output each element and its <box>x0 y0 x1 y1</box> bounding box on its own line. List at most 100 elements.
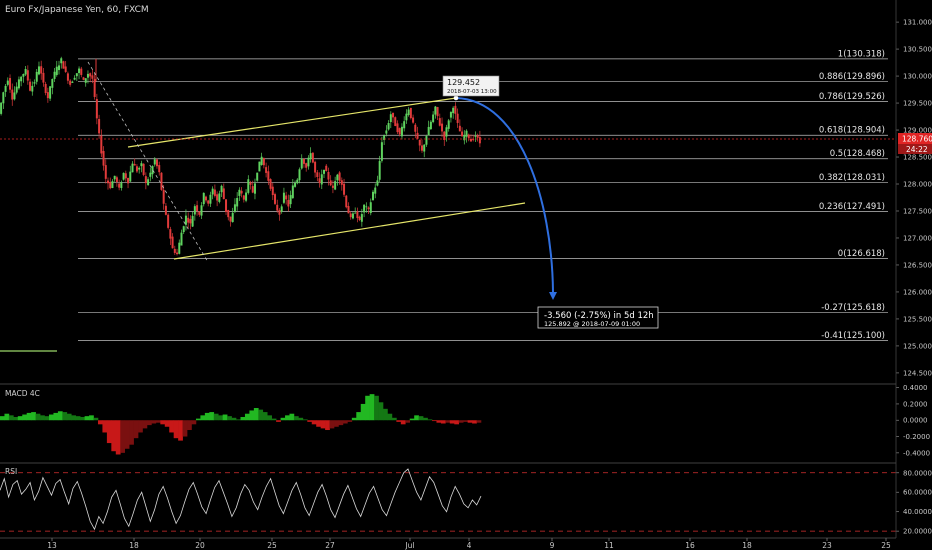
candle-body <box>469 138 472 142</box>
candle-body <box>240 190 243 194</box>
candle-body <box>55 66 58 75</box>
macd-bar <box>414 415 419 421</box>
candle-body <box>176 252 179 255</box>
candle-body <box>323 169 326 174</box>
candle-body <box>380 142 383 161</box>
candle-body <box>253 183 256 194</box>
macd-bar <box>338 420 344 426</box>
macd-bar <box>8 415 14 421</box>
macd-bar <box>298 417 304 421</box>
candle-body <box>420 145 423 151</box>
macd-bar <box>445 420 451 423</box>
candle-body <box>153 159 156 165</box>
macd-bar <box>267 415 272 421</box>
candle-body <box>73 77 76 80</box>
macd-bar <box>151 420 157 424</box>
candle-body <box>35 71 38 82</box>
macd-bar <box>396 420 402 422</box>
candle-body <box>311 152 314 163</box>
time-tick-label: 13 <box>47 541 57 550</box>
candle-body <box>294 182 297 187</box>
candle-body <box>262 158 265 166</box>
candle-body <box>476 135 479 138</box>
candle-body <box>452 107 455 114</box>
price-tick-label: 125.500 <box>903 315 932 323</box>
candle-body <box>418 139 421 146</box>
candle-body <box>102 150 105 166</box>
time-tick-label: 23 <box>822 541 832 550</box>
candle-body <box>189 218 192 224</box>
candle-body <box>71 81 74 83</box>
candle-body <box>95 99 98 119</box>
macd-bar <box>347 420 353 422</box>
candle-body <box>227 210 230 218</box>
macd-bar <box>84 416 90 421</box>
candle-body <box>334 181 337 190</box>
macd-bar <box>102 420 108 433</box>
candle-body <box>260 156 263 165</box>
candle-body <box>109 181 112 189</box>
candle-body <box>220 185 223 193</box>
candle-body <box>196 205 199 212</box>
candle-body <box>392 112 395 118</box>
price-projection[interactable] <box>453 95 557 300</box>
candle-body <box>122 172 125 180</box>
time-tick-label: 18 <box>742 541 752 550</box>
macd-bar <box>31 412 36 421</box>
rsi-axis[interactable]: 80.0000 60.0000 40.0000 20.0000 <box>896 469 932 536</box>
candle-body <box>245 192 248 201</box>
time-axis[interactable]: 13 18 20 25 27 Jul 4 9 11 16 18 23 25 <box>47 538 891 550</box>
candle-body <box>285 195 288 200</box>
candle-body <box>84 78 87 83</box>
candle-body <box>291 185 294 199</box>
macd-bar <box>26 412 32 421</box>
candle-body <box>467 134 470 138</box>
macd-bar <box>463 420 468 422</box>
macd-bar <box>115 420 121 455</box>
candle-body <box>316 172 319 178</box>
candle-body <box>474 136 477 137</box>
peak-price-label[interactable]: 129.452 2018-07-03 13:00 <box>442 75 500 97</box>
candle-body <box>461 131 464 137</box>
price-tick-label: 126.000 <box>903 288 932 296</box>
candle-body <box>396 123 399 133</box>
candle-body <box>138 167 141 170</box>
macd-bar <box>191 420 197 425</box>
macd-bar <box>89 415 94 421</box>
macd-bar <box>476 420 482 423</box>
fib-level-label: 0.236(127.491) <box>819 202 885 212</box>
current-price-value: 128.760 <box>902 135 932 144</box>
candle-body <box>343 183 346 195</box>
candle-body <box>140 163 143 167</box>
macd-tick-label: 0.0000 <box>903 417 928 425</box>
candle-body <box>271 186 274 196</box>
peak-label-time: 2018-07-03 13:00 <box>447 89 497 95</box>
price-axis[interactable]: 131.000130.500130.000129.500129.000128.5… <box>896 19 932 378</box>
projection-arc[interactable] <box>455 97 554 293</box>
channel-upper-line[interactable] <box>127 97 457 148</box>
candle-body <box>416 132 419 139</box>
fib-level-label: 0.786(129.526) <box>819 92 885 102</box>
macd-bar <box>293 416 299 421</box>
candle-body <box>129 171 132 182</box>
candle-body <box>385 130 388 134</box>
projection-label[interactable]: -3.560 (-2.75%) in 5d 12h 125.892 @ 2018… <box>537 306 659 329</box>
macd-bar <box>0 416 5 421</box>
candle-body <box>249 182 252 185</box>
candle-body <box>340 180 343 185</box>
rsi-indicator <box>0 468 896 532</box>
candle-body <box>20 76 23 82</box>
candle-body <box>378 161 381 180</box>
macd-tick-label: 0.2000 <box>903 400 928 408</box>
candle-body <box>26 70 29 81</box>
candle-body <box>62 61 65 69</box>
peak-marker <box>453 95 459 101</box>
candle-body <box>238 189 241 196</box>
macd-bar <box>285 415 290 421</box>
candle-body <box>454 105 457 114</box>
candle-body <box>0 102 3 114</box>
candle-body <box>247 179 250 193</box>
macd-axis[interactable]: 0.4000 0.2000 0.0000 -0.2000 -0.4000 <box>896 384 930 457</box>
rsi-tick-label: 60.0000 <box>903 489 932 497</box>
macd-bar <box>44 416 50 421</box>
